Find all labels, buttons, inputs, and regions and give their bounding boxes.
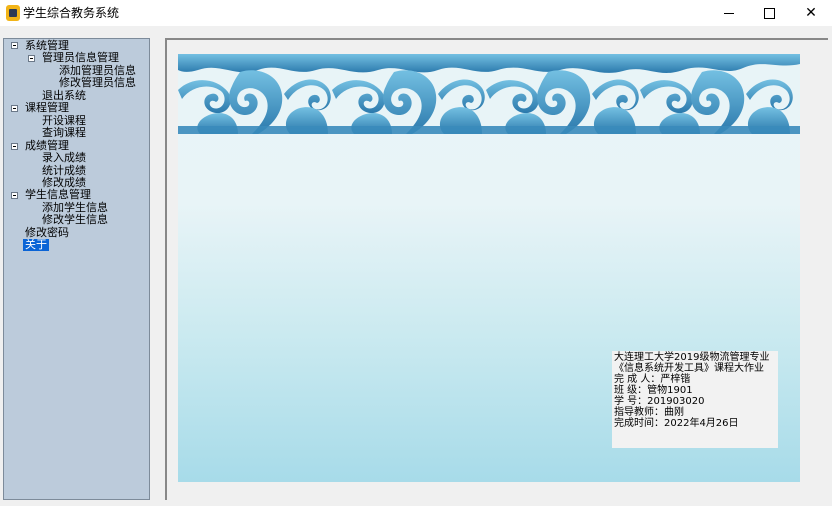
info-line-university: 大连理工大学2019级物流管理专业: [614, 352, 770, 363]
info-line-student-id: 学 号：201903020: [614, 396, 705, 407]
minimize-button[interactable]: [709, 0, 749, 26]
tree-node-edit-admin-info[interactable]: 修改管理员信息: [59, 77, 136, 89]
maximize-icon: [763, 7, 775, 19]
info-line-author: 完 成 人：严梓锴: [614, 374, 691, 385]
navigation-tree[interactable]: 系统管理 管理员信息管理 添加管理员信息 修改管理员信息 退出系统 课程管理 开…: [3, 38, 150, 500]
app-icon: [6, 5, 20, 21]
tree-node-admin-info-management[interactable]: 管理员信息管理: [42, 52, 119, 64]
tree-node-course-management[interactable]: 课程管理: [25, 102, 69, 114]
tree-node-about[interactable]: 关于: [23, 239, 49, 251]
about-background-image: 大连理工大学2019级物流管理专业 《信息系统开发工具》课程大作业 完 成 人：…: [178, 54, 800, 482]
decorative-banner: [178, 54, 800, 134]
window-titlebar: 学生综合教务系统 ✕: [0, 0, 832, 26]
close-button[interactable]: ✕: [791, 0, 831, 26]
collapse-icon[interactable]: [11, 192, 18, 199]
main-content-panel: 大连理工大学2019级物流管理专业 《信息系统开发工具》课程大作业 完 成 人：…: [165, 38, 828, 500]
window-title: 学生综合教务系统: [23, 6, 120, 20]
collapse-icon[interactable]: [28, 55, 35, 62]
info-line-instructor: 指导教师：曲刚: [614, 407, 684, 418]
minimize-icon: [724, 12, 734, 14]
tree-node-student-info-management[interactable]: 学生信息管理: [25, 189, 91, 201]
info-line-class: 班 级：管物1901: [614, 385, 693, 396]
collapse-icon[interactable]: [11, 105, 18, 112]
tree-node-query-course[interactable]: 查询课程: [42, 127, 86, 139]
info-line-course: 《信息系统开发工具》课程大作业: [614, 363, 764, 374]
collapse-icon[interactable]: [11, 143, 18, 150]
close-icon: ✕: [805, 5, 817, 21]
maximize-button[interactable]: [749, 0, 789, 26]
info-line-completion-date: 完成时间：2022年4月26日: [614, 418, 739, 429]
collapse-icon[interactable]: [11, 42, 18, 49]
tree-node-enter-grades[interactable]: 录入成绩: [42, 152, 86, 164]
project-info-box: 大连理工大学2019级物流管理专业 《信息系统开发工具》课程大作业 完 成 人：…: [612, 351, 778, 448]
tree-node-edit-student-info[interactable]: 修改学生信息: [42, 214, 108, 226]
